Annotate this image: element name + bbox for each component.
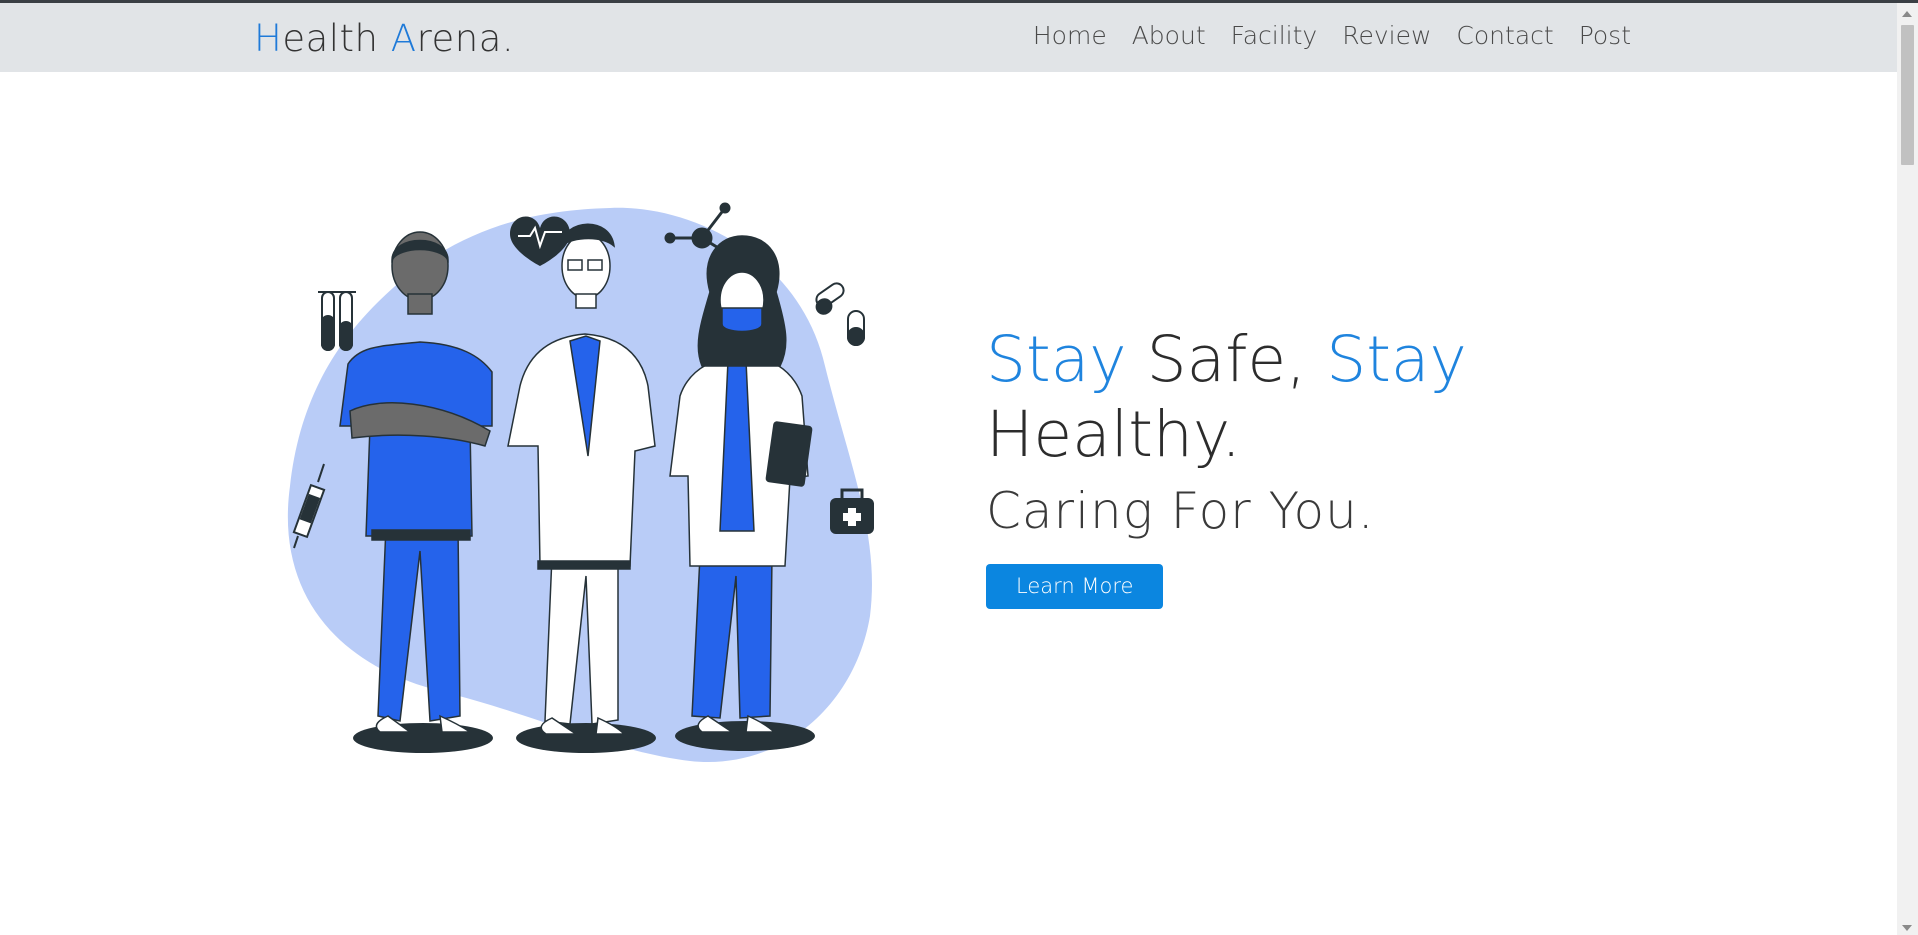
main-nav: Home About Facility Review Contact Post bbox=[1008, 21, 1631, 50]
headline-stay-1: Stay bbox=[986, 323, 1127, 396]
shadow-middle bbox=[516, 723, 656, 753]
nav-contact[interactable]: Contact bbox=[1456, 21, 1553, 50]
shadow-right bbox=[675, 721, 815, 751]
scroll-down-arrow-icon[interactable] bbox=[1902, 925, 1912, 931]
shadow-left bbox=[353, 723, 493, 753]
logo-initial-h: H bbox=[254, 17, 283, 60]
logo-text-ealth: ealth bbox=[282, 17, 391, 60]
scroll-thumb[interactable] bbox=[1901, 25, 1914, 165]
hero-text-block: Stay Safe, Stay Healthy. Caring For You.… bbox=[986, 322, 1586, 609]
logo-initial-a: A bbox=[390, 17, 417, 60]
nav-post[interactable]: Post bbox=[1579, 21, 1631, 50]
pills-icon bbox=[815, 282, 865, 346]
nav-review[interactable]: Review bbox=[1342, 21, 1431, 50]
site-header: Health Arena. Home About Facility Review… bbox=[0, 3, 1897, 72]
hero-subheading: Caring For You. bbox=[986, 482, 1375, 540]
logo-text-rena: rena. bbox=[416, 17, 515, 60]
vertical-scrollbar[interactable] bbox=[1897, 3, 1918, 935]
nav-facility[interactable]: Facility bbox=[1231, 21, 1318, 50]
scroll-up-arrow-icon[interactable] bbox=[1902, 11, 1912, 17]
brand-logo[interactable]: Health Arena. bbox=[254, 17, 514, 60]
nav-home[interactable]: Home bbox=[1033, 21, 1107, 50]
learn-more-button[interactable]: Learn More bbox=[986, 564, 1164, 609]
hero-headline: Stay Safe, Stay Healthy. bbox=[986, 322, 1586, 472]
headline-safe: Safe, bbox=[1126, 323, 1327, 396]
headline-stay-2: Stay bbox=[1326, 323, 1467, 396]
headline-healthy: Healthy. bbox=[986, 398, 1242, 471]
doctors-illustration bbox=[287, 202, 874, 763]
nav-about[interactable]: About bbox=[1132, 21, 1206, 50]
test-tubes-icon bbox=[318, 291, 356, 351]
